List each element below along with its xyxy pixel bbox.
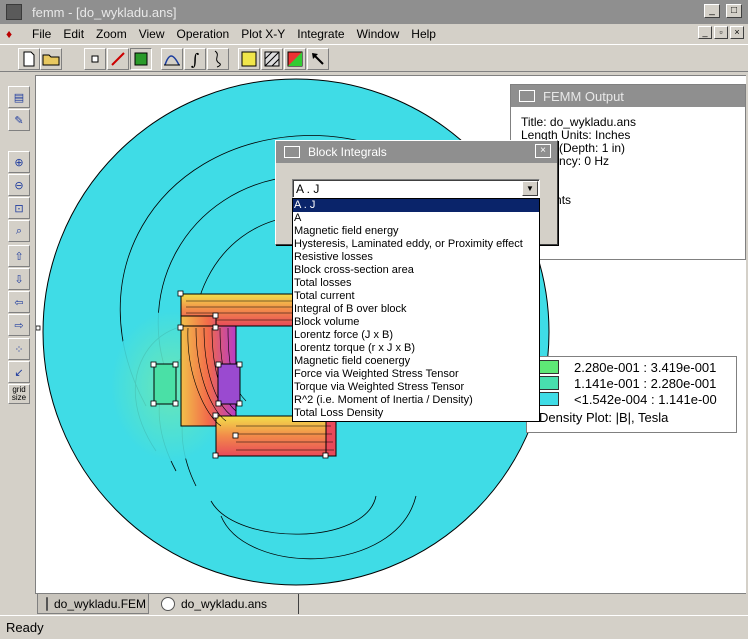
femm-app-icon[interactable] [6, 4, 22, 20]
chevron-down-icon[interactable]: ▼ [522, 181, 538, 196]
tab-label: do_wykladu.FEM [54, 596, 147, 611]
menu-zoom[interactable]: Zoom [90, 27, 133, 41]
tab-label: do_wykladu.ans [181, 597, 268, 611]
legend-swatch [539, 360, 559, 374]
maximize-button[interactable]: □ [726, 4, 742, 18]
pan-left-icon[interactable]: ⇦ [8, 291, 30, 313]
menu-integrate[interactable]: Integrate [291, 27, 350, 41]
color-plot-icon[interactable] [284, 48, 306, 70]
zoom-in-icon[interactable]: ⊕ [8, 151, 30, 173]
menu-file[interactable]: File [26, 27, 57, 41]
zoom-window-icon[interactable]: ⊡ [8, 197, 30, 219]
legend-swatch [539, 392, 559, 406]
integrate-icon[interactable]: ∫ [184, 48, 206, 70]
option-lorentz-force[interactable]: Lorentz force (J x B) [293, 329, 539, 342]
window-title: femm - [do_wykladu.ans] [32, 4, 177, 20]
option-a-dot-j[interactable]: A . J [293, 199, 539, 212]
pan-down-icon[interactable]: ⇩ [8, 268, 30, 290]
mdi-controls: _ ▫ × [698, 26, 744, 39]
option-hysteresis-losses[interactable]: Hysteresis, Laminated eddy, or Proximity… [293, 238, 539, 251]
legend-swatch [539, 376, 559, 390]
document-icon[interactable]: ♦ [6, 27, 18, 41]
line-mode-icon[interactable] [107, 48, 129, 70]
menu-window[interactable]: Window [351, 27, 406, 41]
option-total-loss-density[interactable]: Total Loss Density [293, 407, 539, 420]
grid-icon[interactable]: ⁘ [8, 338, 30, 360]
pan-up-icon[interactable]: ⇧ [8, 245, 30, 267]
menu-operation[interactable]: Operation [171, 27, 236, 41]
selected-integral: A . J [296, 182, 320, 196]
option-a[interactable]: A [293, 212, 539, 225]
tab-do-wykladu-ans[interactable]: do_wykladu.ans [153, 594, 299, 614]
show-mesh-icon[interactable]: ▤ [8, 86, 30, 108]
hatch-icon[interactable] [261, 48, 283, 70]
menu-view[interactable]: View [133, 27, 171, 41]
open-folder-icon[interactable] [40, 48, 62, 70]
mdi-restore-button[interactable]: ▫ [714, 26, 728, 39]
legend-row: 2.280e-001 : 3.419e-001 [527, 359, 716, 375]
legend-title: Density Plot: |B|, Tesla [539, 410, 669, 425]
window-icon [519, 90, 535, 102]
option-force-stress-tensor[interactable]: Force via Weighted Stress Tensor [293, 368, 539, 381]
option-block-cross-section-area[interactable]: Block cross-section area [293, 264, 539, 277]
main-toolbar: ∫ [0, 44, 748, 72]
mdi-minimize-button[interactable]: _ [698, 26, 712, 39]
grid-size-button[interactable]: grid size [8, 384, 30, 404]
option-magnetic-field-energy[interactable]: Magnetic field energy [293, 225, 539, 238]
option-magnetic-field-coenergy[interactable]: Magnetic field coenergy [293, 355, 539, 368]
output-title-bar[interactable]: FEMM Output [511, 85, 745, 107]
legend-label: 2.280e-001 : 3.419e-001 [574, 359, 717, 375]
fem-file-icon [46, 596, 48, 611]
area-mode-icon[interactable] [130, 48, 152, 70]
menu-bar: ♦ File Edit Zoom View Operation Plot X-Y… [0, 24, 748, 44]
document-tabs: do_wykladu.FEM do_wykladu.ans [35, 593, 746, 615]
option-total-losses[interactable]: Total losses [293, 277, 539, 290]
option-resistive-losses[interactable]: Resistive losses [293, 251, 539, 264]
option-torque-stress-tensor[interactable]: Torque via Weighted Stress Tensor [293, 381, 539, 394]
coil-right [217, 363, 241, 405]
menu-plot-xy[interactable]: Plot X-Y [235, 27, 291, 41]
minimize-button[interactable]: _ [704, 4, 720, 18]
legend-row: <1.542e-004 : 1.141e-00 [527, 391, 717, 407]
coil-left [153, 363, 177, 405]
dialog-title-bar[interactable]: Block Integrals [276, 141, 557, 163]
integral-type-dropdown[interactable]: A . J A Magnetic field energy Hysteresis… [292, 198, 540, 422]
option-moment-of-inertia[interactable]: R^2 (i.e. Moment of Inertia / Density) [293, 394, 539, 407]
edit-icon[interactable]: ✎ [8, 109, 30, 131]
snap-icon[interactable]: ↙ [8, 361, 30, 383]
contour-icon[interactable] [207, 48, 229, 70]
pan-right-icon[interactable]: ⇨ [8, 314, 30, 336]
zoom-out-icon[interactable]: ⊖ [8, 174, 30, 196]
option-total-current[interactable]: Total current [293, 290, 539, 303]
window-icon [284, 146, 300, 158]
density-plot-icon[interactable] [238, 48, 260, 70]
dialog-title: Block Integrals [308, 145, 387, 159]
ans-file-icon [161, 597, 175, 611]
status-text: Ready [6, 620, 44, 635]
output-title: FEMM Output [543, 88, 624, 104]
new-file-icon[interactable] [18, 48, 40, 70]
zoom-fit-icon[interactable]: ⌕ [8, 220, 30, 242]
mdi-close-button[interactable]: × [730, 26, 744, 39]
menu-help[interactable]: Help [405, 27, 442, 41]
plot-xy-icon[interactable] [161, 48, 183, 70]
legend-label: <1.542e-004 : 1.141e-00 [574, 391, 717, 407]
density-legend: 2.280e-001 : 3.419e-001 1.141e-001 : 2.2… [526, 356, 737, 433]
point-mode-icon[interactable] [84, 48, 106, 70]
menu-edit[interactable]: Edit [57, 27, 90, 41]
arrow-icon[interactable] [307, 48, 329, 70]
option-lorentz-torque[interactable]: Lorentz torque (r x J x B) [293, 342, 539, 355]
option-integral-of-b[interactable]: Integral of B over block [293, 303, 539, 316]
status-bar: Ready [0, 615, 748, 639]
legend-row: 1.141e-001 : 2.280e-001 [527, 375, 716, 391]
dialog-close-button[interactable]: × [535, 144, 551, 158]
title-bar: femm - [do_wykladu.ans] _ □ [0, 0, 748, 24]
tab-do-wykladu-fem[interactable]: do_wykladu.FEM [37, 594, 149, 614]
option-block-volume[interactable]: Block volume [293, 316, 539, 329]
integral-type-select[interactable]: A . J ▼ [292, 179, 540, 198]
legend-label: 1.141e-001 : 2.280e-001 [574, 375, 717, 391]
